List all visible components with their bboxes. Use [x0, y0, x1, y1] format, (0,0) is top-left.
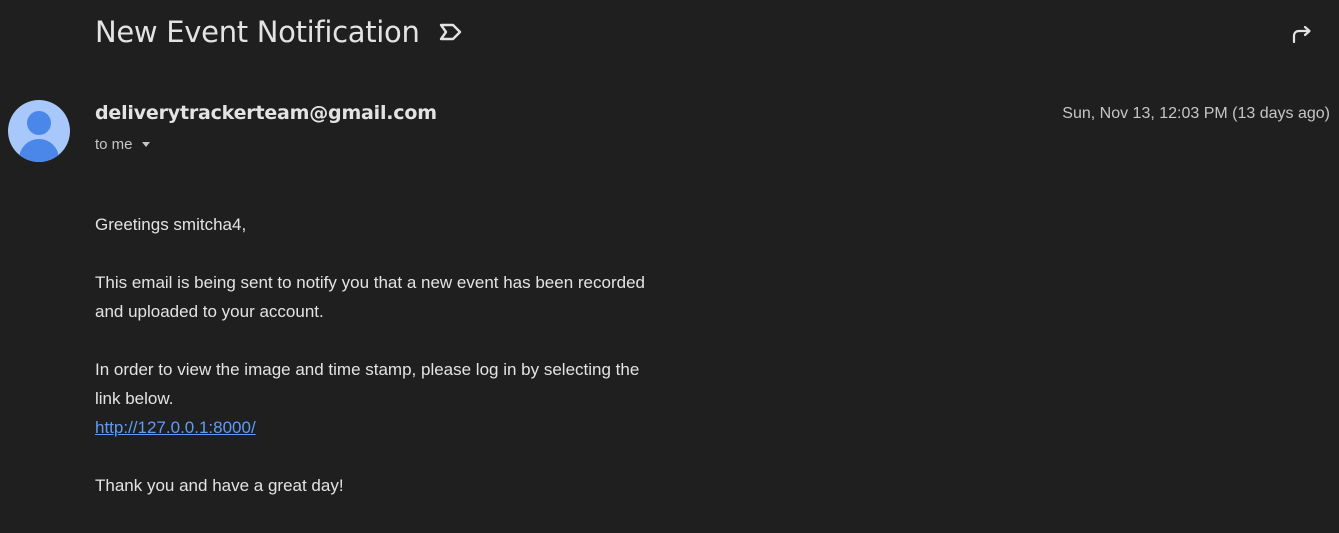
- login-link[interactable]: http://127.0.0.1:8000/: [95, 418, 256, 437]
- email-date: Sun, Nov 13, 12:03 PM (13 days ago): [1062, 105, 1330, 122]
- sender-email[interactable]: deliverytrackerteam@gmail.com: [95, 102, 437, 124]
- caret-down-icon: [141, 142, 150, 147]
- email-body: Greetings smitcha4, This email is being …: [95, 210, 775, 500]
- recipient-details-toggle[interactable]: to me: [95, 136, 150, 153]
- recipient-label: to me: [95, 136, 133, 153]
- body-line: In order to view the image and time stam…: [95, 360, 640, 379]
- greeting: Greetings smitcha4,: [95, 215, 247, 234]
- avatar-body: [19, 139, 59, 162]
- subject-row: New Event Notification: [95, 12, 464, 52]
- label-icon[interactable]: [438, 22, 464, 42]
- closing: Thank you and have a great day!: [95, 476, 344, 495]
- avatar-head: [27, 111, 51, 135]
- avatar-person-icon[interactable]: [8, 100, 70, 162]
- body-line: link below.: [95, 389, 174, 408]
- email-subject: New Event Notification: [95, 15, 420, 49]
- body-line: This email is being sent to notify you t…: [95, 273, 645, 292]
- body-line: and uploaded to your account.: [95, 302, 324, 321]
- email-view: New Event Notification deliverytrackerte…: [0, 0, 1339, 533]
- forward-icon[interactable]: [1290, 22, 1314, 46]
